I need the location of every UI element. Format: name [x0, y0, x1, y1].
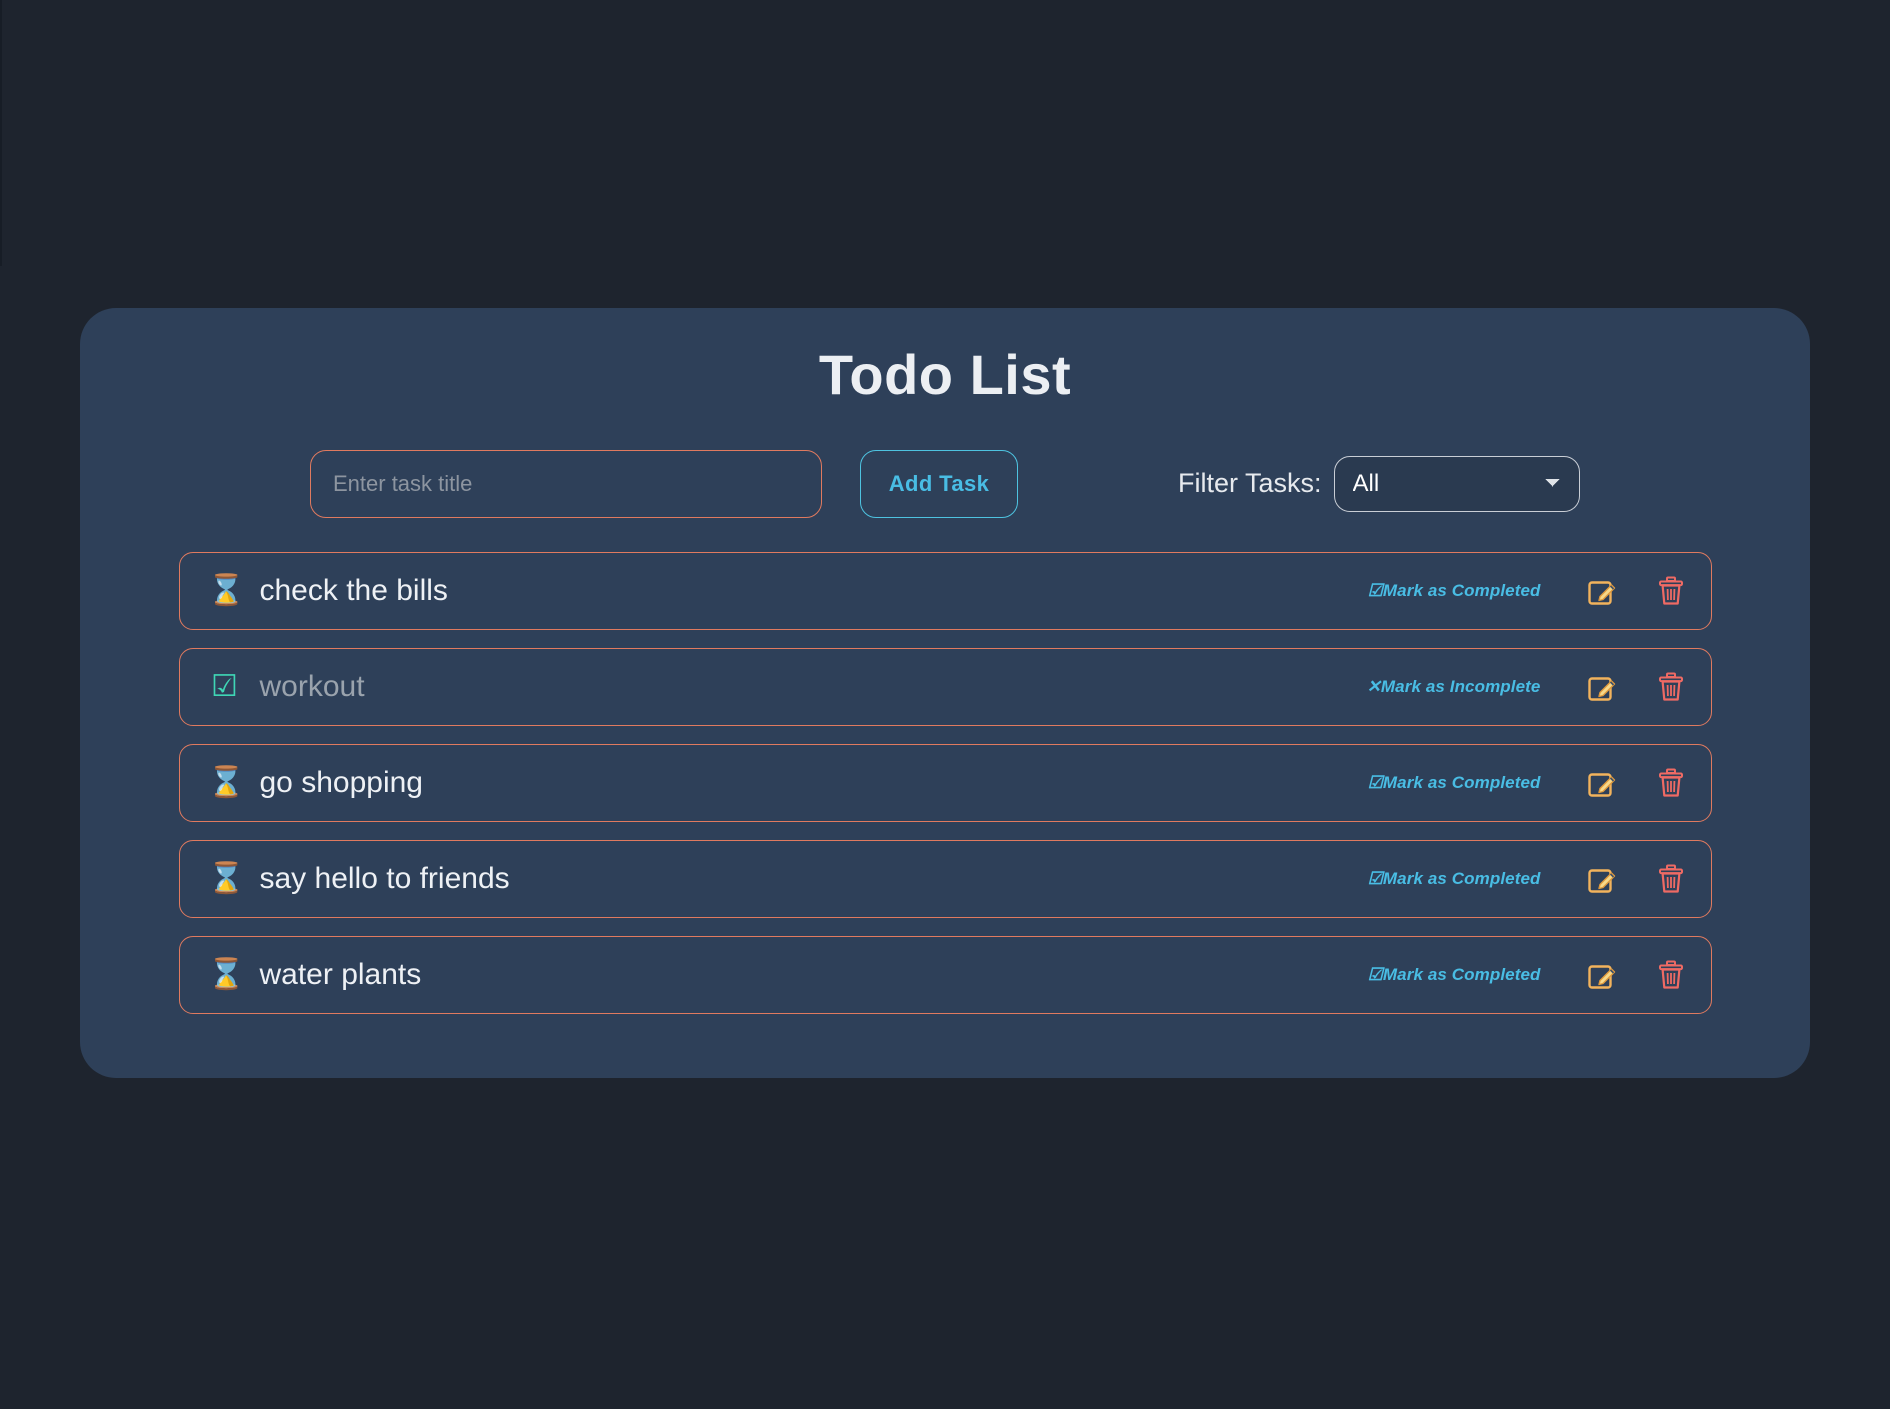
- task-actions: ☑Mark as Completed: [1368, 862, 1687, 896]
- task-title: workout: [259, 669, 365, 703]
- filter-label: Filter Tasks:: [1178, 468, 1322, 499]
- task-actions: ☑Mark as Completed: [1368, 574, 1687, 608]
- task-title: go shopping: [259, 765, 423, 799]
- edge-artifact: [0, 0, 2, 266]
- toggle-complete-button[interactable]: ☑Mark as Completed: [1368, 965, 1541, 985]
- edit-icon[interactable]: [1585, 574, 1619, 608]
- task-actions: ✕Mark as Incomplete: [1367, 670, 1687, 704]
- trash-icon[interactable]: [1655, 958, 1687, 992]
- task-row[interactable]: ⌛ say hello to friends ☑Mark as Complete…: [178, 839, 1712, 918]
- filter-group: Filter Tasks: AllCompletedIncomplete: [1178, 455, 1580, 512]
- trash-icon[interactable]: [1655, 766, 1687, 800]
- edit-icon[interactable]: [1585, 862, 1619, 896]
- task-title: say hello to friends: [259, 861, 510, 895]
- toggle-complete-button[interactable]: ☑Mark as Completed: [1368, 773, 1541, 793]
- hourglass-icon: ⌛: [207, 573, 245, 607]
- task-row[interactable]: ⌛ go shopping ☑Mark as Completed: [178, 743, 1712, 822]
- task-title: water plants: [259, 957, 422, 991]
- hourglass-icon: ⌛: [207, 861, 245, 895]
- hourglass-icon: ⌛: [207, 957, 245, 991]
- edit-icon[interactable]: [1585, 958, 1619, 992]
- toggle-complete-button[interactable]: ☑Mark as Completed: [1368, 581, 1541, 601]
- task-list: ⌛ check the bills ☑Mark as Completed ☑ w…: [178, 551, 1712, 1014]
- trash-icon[interactable]: [1655, 670, 1687, 704]
- toggle-complete-button[interactable]: ✕Mark as Incomplete: [1367, 677, 1541, 697]
- page-title: Todo List: [818, 343, 1072, 406]
- task-title: check the bills: [259, 573, 448, 607]
- completed-check-icon: ☑: [211, 669, 238, 703]
- trash-icon[interactable]: [1655, 862, 1687, 896]
- task-actions: ☑Mark as Completed: [1368, 766, 1687, 800]
- app-root: Todo List Add Task Filter Tasks: AllComp…: [0, 0, 1890, 1409]
- edit-icon[interactable]: [1585, 670, 1619, 704]
- task-row[interactable]: ⌛ water plants ☑Mark as Completed: [178, 935, 1712, 1014]
- task-title-input[interactable]: [310, 449, 822, 518]
- controls-bar: Add Task Filter Tasks: AllCompletedIncom…: [80, 449, 1810, 518]
- task-row[interactable]: ☑ workout ✕Mark as Incomplete: [178, 647, 1712, 726]
- trash-icon[interactable]: [1655, 574, 1687, 608]
- edit-icon[interactable]: [1585, 766, 1619, 800]
- toggle-complete-button[interactable]: ☑Mark as Completed: [1368, 869, 1541, 889]
- add-task-button[interactable]: Add Task: [860, 449, 1018, 518]
- hourglass-icon: ⌛: [207, 765, 245, 799]
- todo-card: Todo List Add Task Filter Tasks: AllComp…: [80, 308, 1810, 1078]
- task-actions: ☑Mark as Completed: [1368, 958, 1687, 992]
- task-row[interactable]: ⌛ check the bills ☑Mark as Completed: [178, 551, 1712, 630]
- filter-tasks-select[interactable]: AllCompletedIncomplete: [1333, 455, 1580, 512]
